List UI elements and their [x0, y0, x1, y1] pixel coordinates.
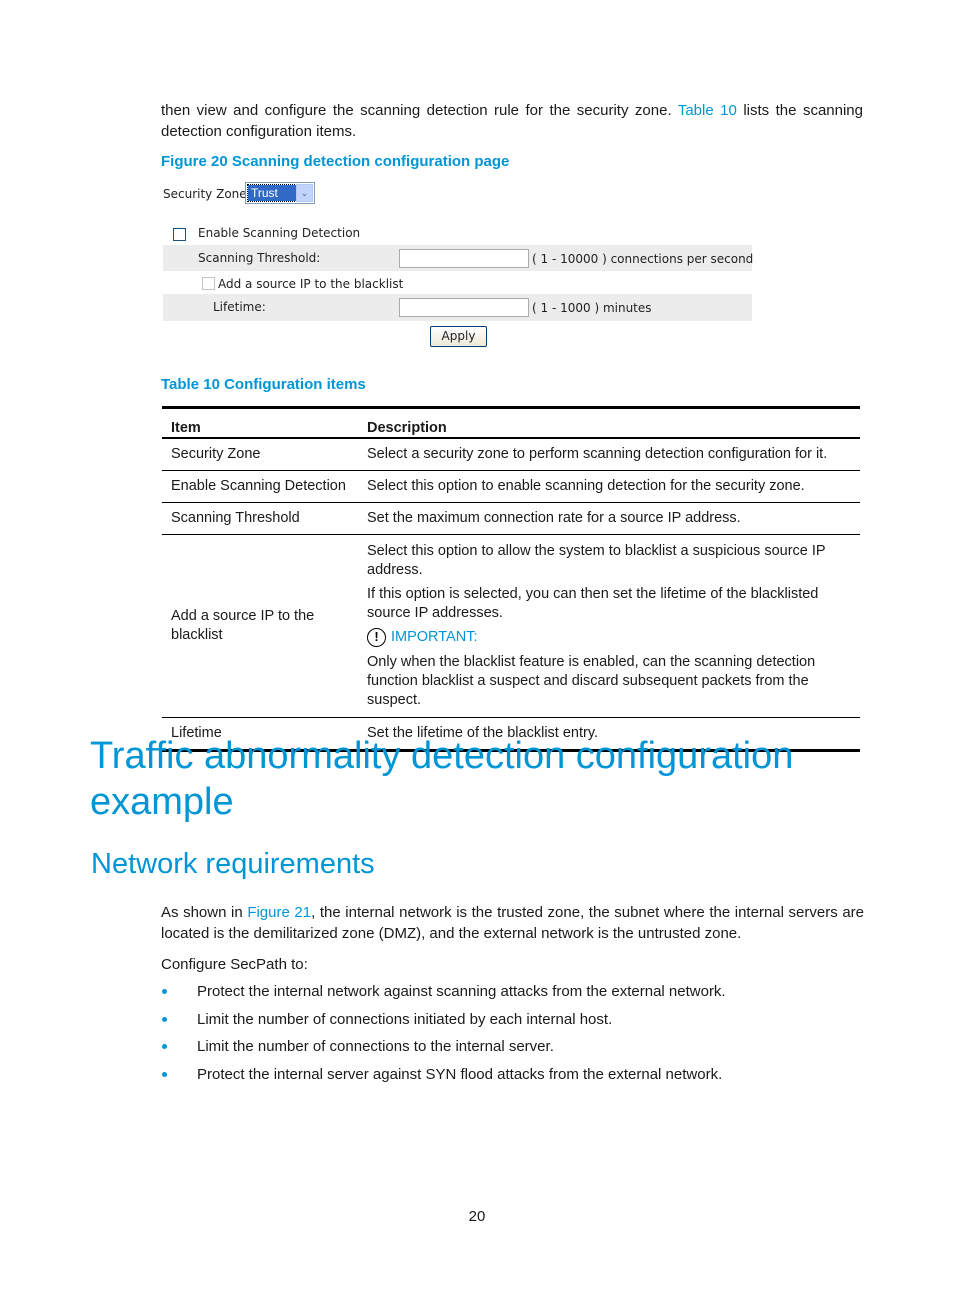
column-header-item: Item: [162, 407, 358, 439]
subsection-heading: Network requirements: [91, 848, 375, 880]
requirements-text: As shown in: [161, 904, 248, 921]
list-item-text: Limit the number of connections initiate…: [197, 1010, 613, 1028]
list-item: Protect the internal network against sca…: [161, 981, 726, 1009]
configuration-items-table: Item Description Security Zone Select a …: [162, 406, 860, 752]
table-row: Enable Scanning Detection Select this op…: [162, 470, 860, 503]
page-number: 20: [468, 1208, 486, 1225]
item-cell: Enable Scanning Detection: [162, 470, 358, 503]
figure-caption: Figure 20 Scanning detection configurati…: [161, 153, 510, 170]
table-10-link[interactable]: Table 10: [678, 102, 737, 119]
figure-21-link[interactable]: Figure 21: [247, 904, 311, 921]
description-cell: Select a security zone to perform scanni…: [358, 437, 860, 471]
configure-label: Configure SecPath to:: [161, 956, 308, 973]
apply-button[interactable]: Apply: [430, 326, 487, 347]
important-note-header: ! IMPORTANT:: [367, 627, 851, 647]
bullet-icon: [162, 1071, 167, 1077]
table-row: Scanning Threshold Set the maximum conne…: [162, 502, 860, 535]
list-item-text: Protect the internal network against sca…: [197, 983, 726, 1000]
item-cell: Scanning Threshold: [162, 502, 358, 535]
security-zone-label: Security Zone:: [163, 187, 251, 201]
lifetime-range-hint: ( 1 - 1000 ) minutes: [532, 301, 652, 315]
bullet-icon: [162, 989, 167, 994]
scanning-threshold-input[interactable]: [399, 249, 529, 268]
lifetime-input[interactable]: [399, 298, 529, 317]
description-paragraph: If this option is selected, you can then…: [367, 585, 819, 621]
security-zone-select[interactable]: Trust ⌄: [245, 182, 315, 204]
description-cell: Select this option to enable scanning de…: [358, 470, 860, 503]
section-heading: Traffic abnormality detection configurat…: [90, 735, 794, 823]
item-cell: Security Zone: [162, 437, 358, 471]
list-item-text: Limit the number of connections to the i…: [197, 1038, 554, 1055]
list-item: Limit the number of connections initiate…: [161, 1009, 726, 1037]
enable-scanning-detection-checkbox[interactable]: [173, 228, 186, 241]
column-header-description: Description: [358, 407, 860, 439]
intro-paragraph: then view and configure the scanning det…: [161, 100, 863, 142]
bullet-icon: [162, 1044, 167, 1049]
scanning-threshold-range-hint: ( 1 - 10000 ) connections per second: [532, 252, 754, 266]
enable-scanning-detection-label: Enable Scanning Detection: [198, 226, 361, 240]
add-to-blacklist-checkbox[interactable]: [202, 277, 215, 290]
description-paragraph: Select this option to allow the system t…: [367, 542, 826, 578]
bullet-icon: [162, 1016, 167, 1022]
table-row: Add a source IP to the blacklist Select …: [162, 534, 860, 718]
list-item-text: Protect the internal server against SYN …: [197, 1065, 723, 1083]
item-cell: Add a source IP to the blacklist: [162, 534, 358, 718]
description-cell: Select this option to allow the system t…: [358, 534, 860, 718]
important-exclamation-icon: !: [367, 627, 386, 647]
chevron-down-icon[interactable]: ⌄: [296, 184, 313, 202]
description-cell: Set the maximum connection rate for a so…: [358, 502, 860, 535]
security-zone-value: Trust: [247, 184, 297, 202]
important-label: IMPORTANT:: [391, 628, 478, 645]
table-caption: Table 10 Configuration items: [161, 376, 366, 393]
requirements-list: Protect the internal network against sca…: [161, 981, 726, 1091]
table-row: Security Zone Select a security zone to …: [162, 437, 860, 471]
intro-text: then view and configure the scanning det…: [161, 102, 678, 119]
list-item: Protect the internal server against SYN …: [161, 1064, 726, 1092]
add-to-blacklist-label: Add a source IP to the blacklist: [218, 277, 404, 291]
important-text: Only when the blacklist feature is enabl…: [367, 653, 816, 708]
table-header-row: Item Description: [162, 407, 860, 439]
scanning-threshold-label: Scanning Threshold:: [198, 251, 321, 265]
requirements-paragraph: As shown in Figure 21, the internal netw…: [161, 902, 864, 944]
list-item: Limit the number of connections to the i…: [161, 1036, 726, 1064]
lifetime-label: Lifetime:: [213, 300, 266, 314]
